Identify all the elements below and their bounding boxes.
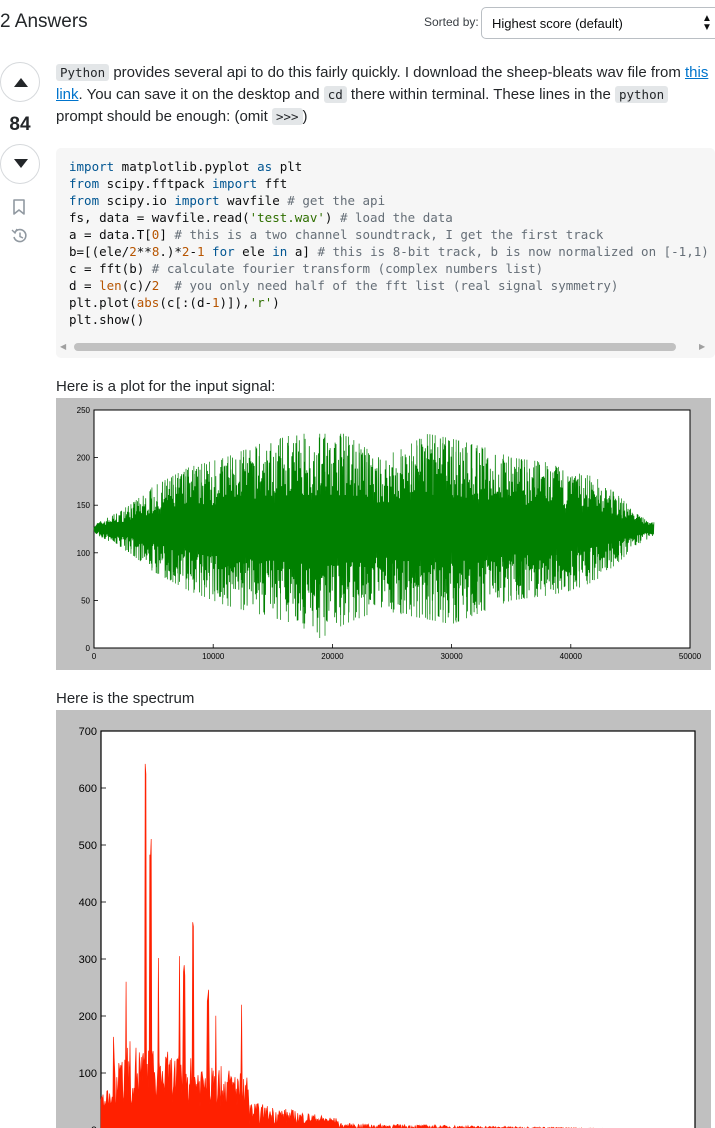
answers-count-title: 2 Answers — [0, 11, 88, 32]
signal-plot-svg: 0 10000 20000 30000 40000 50000 0 50 100 150 200 25… — [77, 406, 702, 661]
plot-area — [100, 730, 696, 1128]
code-line: import matplotlib.pyplot as plt — [69, 159, 303, 174]
bookmark-icon[interactable] — [11, 198, 27, 216]
code-line: b=[(ele/2**8.)*2-1 for ele in a] # this … — [69, 244, 709, 259]
code-line: fs, data = wavfile.read('test.wav') # lo… — [69, 210, 453, 225]
code-line: d = len(c)/2 # you only need half of the… — [69, 278, 619, 293]
inline-code-python-prompt: python — [614, 86, 669, 103]
y-tick-label: 400 — [79, 897, 97, 909]
code-line: plt.show() — [69, 312, 145, 327]
y-tick-label: 150 — [77, 501, 91, 510]
paragraph-text: provides several api to do this fairly q… — [109, 64, 685, 81]
x-tick-label: 50000 — [679, 652, 702, 661]
paragraph-text: . You can save it on the desktop and — [78, 86, 324, 103]
code-line: plt.plot(abs(c[:(d-1)]),'r') — [69, 295, 280, 310]
code-line: a = data.T[0] # this is a two channel so… — [69, 227, 604, 242]
x-tick-label: 0 — [92, 652, 97, 661]
paragraph-text: ) — [302, 108, 308, 125]
history-icon[interactable] — [11, 227, 29, 245]
code-content: import matplotlib.pyplot as plt from scip… — [69, 158, 709, 328]
paragraph-text: there within terminal. These lines in th… — [346, 86, 615, 103]
y-tick-label: 300 — [79, 954, 97, 966]
spectrum-plot: 0100200300400500600700 — [56, 710, 711, 1128]
inline-code-cd: cd — [323, 86, 347, 103]
answers-header: 2 Answers Sorted by: Highest score (defa… — [0, 0, 715, 46]
x-tick-label: 30000 — [440, 652, 463, 661]
scroll-left-icon[interactable]: ◀ — [60, 342, 66, 351]
y-tick-label: 700 — [79, 726, 97, 738]
x-tick-label: 10000 — [202, 652, 225, 661]
x-tick-label: 20000 — [321, 652, 344, 661]
sort-select-value: Highest score (default) — [492, 16, 623, 31]
y-tick-label: 200 — [79, 1011, 97, 1023]
inline-code-python: Python — [56, 64, 110, 81]
y-tick-label: 500 — [79, 840, 97, 852]
upvote-button[interactable] — [0, 62, 40, 102]
upvote-icon — [14, 78, 28, 87]
sort-select[interactable]: Highest score (default) ▲ ▼ — [481, 7, 715, 39]
vote-count: 84 — [9, 114, 31, 135]
signal-plot-caption: Here is a plot for the input signal: — [56, 378, 276, 395]
paragraph-text: prompt should be enough: (omit — [56, 108, 272, 125]
signal-plot: 0 10000 20000 30000 40000 50000 0 50 100 150 200 25… — [56, 398, 711, 670]
downvote-button[interactable] — [0, 144, 40, 184]
code-line: from scipy.fftpack import fft — [69, 176, 288, 191]
code-block[interactable]: import matplotlib.pyplot as plt from scip… — [56, 148, 715, 358]
y-tick-label: 200 — [77, 454, 91, 463]
downvote-icon — [14, 159, 28, 168]
y-tick-label: 50 — [81, 596, 90, 605]
code-line: c = fft(b) # calculate fourier transform… — [69, 261, 544, 276]
answer-paragraph: Python provides several api to do this f… — [56, 62, 711, 128]
y-tick-label: 250 — [77, 406, 91, 415]
spectrum-plot-svg: 0100200300400500600700 — [79, 726, 696, 1128]
code-line: from scipy.io import wavfile # get the a… — [69, 193, 386, 208]
y-tick-label: 0 — [86, 644, 91, 653]
sort-caret-icon: ▲ ▼ — [702, 13, 712, 33]
y-tick-label: 100 — [79, 1068, 97, 1080]
y-tick-label: 600 — [79, 783, 97, 795]
x-tick-label: 40000 — [560, 652, 583, 661]
answer-body: Python provides several api to do this f… — [56, 62, 715, 128]
scroll-thumb[interactable] — [74, 343, 676, 351]
y-tick-label: 100 — [77, 549, 91, 558]
sort-label: Sorted by: — [424, 15, 479, 29]
code-horizontal-scrollbar[interactable]: ◀ ▶ — [56, 340, 715, 354]
inline-code-prompt-symbol: >>> — [271, 108, 303, 125]
scroll-right-icon[interactable]: ▶ — [699, 342, 705, 351]
spectrum-plot-caption: Here is the spectrum — [56, 690, 195, 707]
